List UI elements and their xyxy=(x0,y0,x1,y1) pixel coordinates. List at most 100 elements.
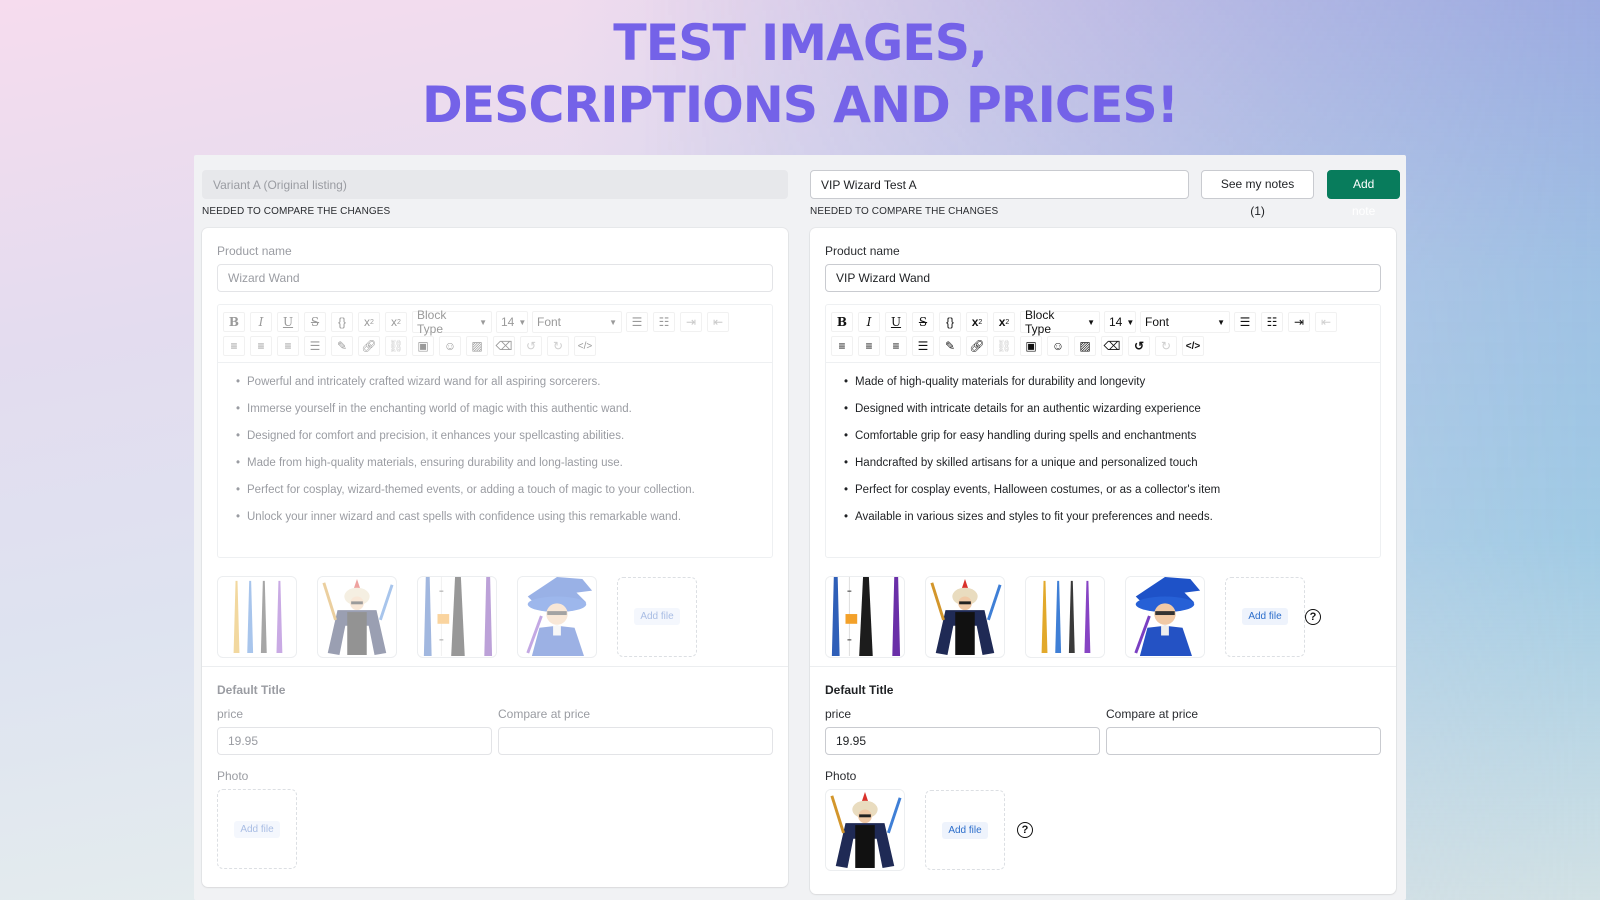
font-select[interactable]: Font ▼ xyxy=(1140,311,1230,333)
product-name-input: Wizard Wand xyxy=(217,264,773,292)
underline-button[interactable]: U xyxy=(277,312,299,332)
variant-section: Default Title price 19.95 Compare at pri… xyxy=(810,667,1396,871)
see-notes-button[interactable]: See my notes (1) xyxy=(1200,170,1315,218)
code-button[interactable]: {} xyxy=(331,312,353,332)
editor-toolbar: B I U S {} x2 x2 Block Type ▼ 14 ▼ Font ▼ ☰… xyxy=(218,305,772,363)
subscript-button[interactable]: x2 xyxy=(385,312,407,332)
eraser-icon[interactable]: ⌫ xyxy=(493,336,515,356)
link-icon[interactable]: 🔗︎ xyxy=(966,336,988,356)
compare-price-input[interactable] xyxy=(1106,727,1381,755)
image-icon[interactable]: ▨ xyxy=(466,336,488,356)
code-button[interactable]: {} xyxy=(939,312,961,332)
product-image-four-colored-wands xyxy=(217,575,297,658)
superscript-button[interactable]: x2 xyxy=(966,312,988,332)
ordered-list-icon[interactable]: ☷ xyxy=(1261,312,1283,332)
strikethrough-button[interactable]: S xyxy=(304,312,326,332)
align-center-icon[interactable]: ≡ xyxy=(250,336,272,356)
font-size-select[interactable]: 14 ▼ xyxy=(1104,311,1136,333)
undo-icon[interactable]: ↺ xyxy=(1128,336,1150,356)
block-type-select[interactable]: Block Type ▼ xyxy=(1020,308,1100,336)
photo-label: Photo xyxy=(217,769,249,783)
color-picker-icon[interactable]: ✎ xyxy=(331,336,353,356)
description-content[interactable]: Made of high-quality materials for durab… xyxy=(826,363,1380,557)
source-code-icon[interactable]: </> xyxy=(1182,336,1204,356)
bold-button[interactable]: B xyxy=(223,312,245,332)
italic-button[interactable]: I xyxy=(250,312,272,332)
redo-icon[interactable]: ↻ xyxy=(1155,336,1177,356)
description-bullet: Unlock your inner wizard and cast spells… xyxy=(236,510,754,525)
align-left-icon[interactable]: ≡ xyxy=(831,336,853,356)
caret-down-icon: ▼ xyxy=(518,317,527,327)
price-input[interactable]: 19.95 xyxy=(825,727,1100,755)
unlink-icon[interactable]: ⛓ xyxy=(993,336,1015,356)
italic-button[interactable]: I xyxy=(858,312,880,332)
ordered-list-icon[interactable]: ☷ xyxy=(653,312,675,332)
indent-icon[interactable]: ⇥ xyxy=(1288,312,1310,332)
product-image-wands-with-ruler xyxy=(417,575,497,658)
undo-icon[interactable]: ↺ xyxy=(520,336,542,356)
font-size-select[interactable]: 14 ▼ xyxy=(496,311,528,333)
link-icon[interactable]: 🔗︎ xyxy=(358,336,380,356)
product-image-four-colored-wands[interactable] xyxy=(1025,575,1105,658)
caret-down-icon: ▼ xyxy=(1217,317,1225,327)
subscript-button[interactable]: x2 xyxy=(993,312,1015,332)
align-center-icon[interactable]: ≡ xyxy=(858,336,880,356)
eraser-icon[interactable]: ⌫ xyxy=(1101,336,1123,356)
add-note-button[interactable]: Add note xyxy=(1327,170,1400,218)
editor-toolbar: B I U S {} x2 x2 Block Type ▼ 14 ▼ Font ▼ ☰… xyxy=(826,305,1380,363)
strikethrough-button[interactable]: S xyxy=(912,312,934,332)
product-image-wands-with-ruler[interactable] xyxy=(825,575,905,658)
underline-button[interactable]: U xyxy=(885,312,907,332)
outdent-icon[interactable]: ⇤ xyxy=(1315,312,1337,332)
headline: TEST IMAGES, DESCRIPTIONS AND PRICES! xyxy=(16,12,1584,136)
variant-photo-wizard-costume-man[interactable] xyxy=(825,789,905,871)
align-right-icon[interactable]: ≡ xyxy=(885,336,907,356)
original-product-card: Product name Wizard Wand B I U S {} x2 x… xyxy=(202,228,788,887)
outdent-icon[interactable]: ⇤ xyxy=(707,312,729,332)
test-variant-name-input[interactable]: VIP Wizard Test A xyxy=(810,170,1189,199)
test-product-card: Product name VIP Wizard Wand B I U S {} … xyxy=(810,228,1396,894)
help-icon[interactable]: ? xyxy=(1017,822,1033,838)
description-bullet: Made from high-quality materials, ensuri… xyxy=(236,456,754,471)
embed-icon[interactable]: ▣ xyxy=(412,336,434,356)
product-name-input[interactable]: VIP Wizard Wand xyxy=(825,264,1381,292)
original-variant-name-field: Variant A (Original listing) xyxy=(202,170,788,199)
add-file-button[interactable]: Add file xyxy=(1242,608,1288,625)
variant-photo-dropzone[interactable]: Add file xyxy=(925,790,1005,870)
variant-photo-dropzone: Add file xyxy=(217,789,297,869)
description-bullet: Available in various sizes and styles to… xyxy=(844,510,1362,525)
product-image-wizard-costume-man[interactable] xyxy=(925,575,1005,658)
product-image-boy-wizard-blue-hat[interactable] xyxy=(1125,575,1205,658)
emoji-icon[interactable]: ☺ xyxy=(1047,336,1069,356)
description-bullet: Handcrafted by skilled artisans for a un… xyxy=(844,456,1362,471)
add-file-dropzone[interactable]: Add file xyxy=(1225,576,1305,657)
unordered-list-icon[interactable]: ☰ xyxy=(626,312,648,332)
font-select[interactable]: Font ▼ xyxy=(532,311,622,333)
indent-icon[interactable]: ⇥ xyxy=(680,312,702,332)
source-code-icon[interactable]: </> xyxy=(574,336,596,356)
help-icon[interactable]: ? xyxy=(1305,608,1321,625)
align-justify-icon[interactable]: ☰ xyxy=(304,336,326,356)
description-bullet: Designed for comfort and precision, it e… xyxy=(236,429,754,444)
unordered-list-icon[interactable]: ☰ xyxy=(1234,312,1256,332)
add-file-button[interactable]: Add file xyxy=(942,821,988,839)
redo-icon[interactable]: ↻ xyxy=(547,336,569,356)
description-bullet: Perfect for cosplay, wizard-themed event… xyxy=(236,483,754,498)
superscript-button[interactable]: x2 xyxy=(358,312,380,332)
align-left-icon[interactable]: ≡ xyxy=(223,336,245,356)
embed-icon[interactable]: ▣ xyxy=(1020,336,1042,356)
headline-line-2: DESCRIPTIONS AND PRICES! xyxy=(421,76,1179,134)
description-bullet: Immerse yourself in the enchanting world… xyxy=(236,402,754,417)
emoji-icon[interactable]: ☺ xyxy=(439,336,461,356)
bold-button[interactable]: B xyxy=(831,312,853,332)
caret-down-icon: ▼ xyxy=(479,317,487,327)
color-picker-icon[interactable]: ✎ xyxy=(939,336,961,356)
block-type-select[interactable]: Block Type ▼ xyxy=(412,308,492,336)
image-icon[interactable]: ▨ xyxy=(1074,336,1096,356)
price-input: 19.95 xyxy=(217,727,492,755)
add-file-dropzone: Add file xyxy=(617,576,697,657)
unlink-icon[interactable]: ⛓ xyxy=(385,336,407,356)
align-justify-icon[interactable]: ☰ xyxy=(912,336,934,356)
align-right-icon[interactable]: ≡ xyxy=(277,336,299,356)
caret-down-icon: ▼ xyxy=(609,317,617,327)
